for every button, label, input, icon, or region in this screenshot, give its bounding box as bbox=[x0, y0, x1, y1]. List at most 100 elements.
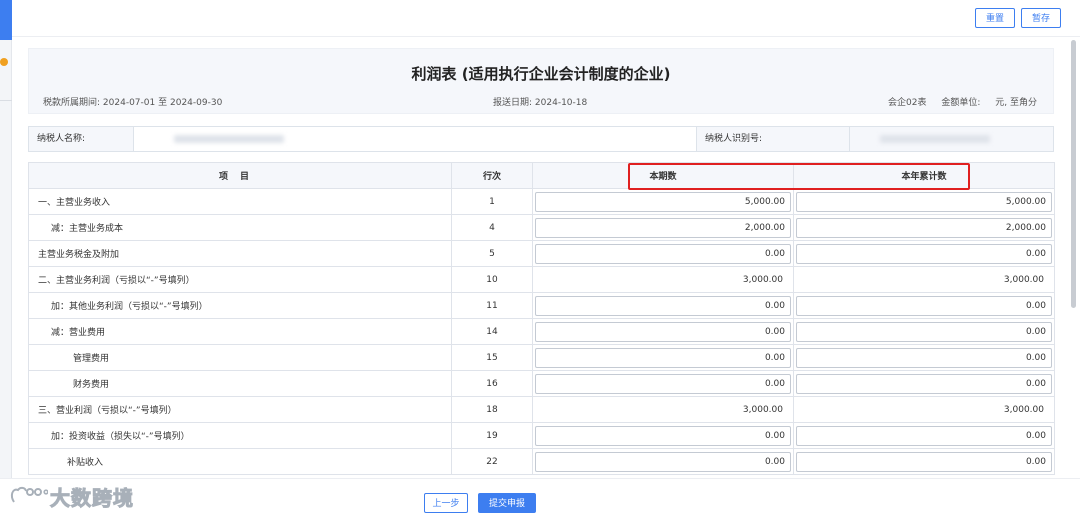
left-side-panel bbox=[0, 0, 12, 516]
report-title: 利润表 (适用执行企业会计制度的企业) bbox=[411, 65, 671, 83]
current-period-input[interactable] bbox=[535, 373, 791, 394]
current-period-input[interactable] bbox=[535, 451, 791, 472]
previous-step-button[interactable]: 上一步 bbox=[424, 493, 468, 513]
year-to-date-cell bbox=[793, 422, 1055, 449]
form-code: 会企02表 bbox=[888, 98, 927, 108]
table-row: 三、营业利润（亏损以“-”号填列） 18 3,000.00 3,000.00 bbox=[28, 396, 1055, 423]
table-row: 二、主营业务利润（亏损以“-”号填列） 10 3,000.00 3,000.00 bbox=[28, 266, 1055, 293]
unit-value: 元, 至角分 bbox=[995, 98, 1037, 108]
year-to-date-cell bbox=[793, 370, 1055, 397]
header-item: 项目 bbox=[28, 162, 452, 189]
row-item-label: 补贴收入 bbox=[28, 448, 452, 475]
redacted-name bbox=[174, 135, 284, 143]
year-to-date-cell bbox=[793, 214, 1055, 241]
year-to-date-input[interactable] bbox=[796, 425, 1052, 446]
year-to-date-cell bbox=[793, 448, 1055, 475]
row-item-label: 二、主营业务利润（亏损以“-”号填列） bbox=[28, 266, 452, 293]
row-item-label: 减：营业费用 bbox=[28, 318, 452, 345]
current-period-cell bbox=[532, 318, 794, 345]
current-period-cell: 3,000.00 bbox=[532, 396, 794, 423]
reset-button[interactable]: 重置 bbox=[975, 8, 1015, 28]
year-to-date-input[interactable] bbox=[796, 243, 1052, 264]
table-row: 加：投资收益（损失以“-”号填列） 19 bbox=[28, 422, 1055, 449]
taxpayer-info-bar: 纳税人名称: 纳税人识别号: bbox=[28, 126, 1054, 152]
year-to-date-input[interactable] bbox=[796, 451, 1052, 472]
table-row: 减：主营业务成本 4 bbox=[28, 214, 1055, 241]
year-to-date-cell: 3,000.00 bbox=[793, 266, 1055, 293]
table-row: 管理费用 15 bbox=[28, 344, 1055, 371]
current-period-input[interactable] bbox=[535, 425, 791, 446]
row-item-label: 管理费用 bbox=[28, 344, 452, 371]
year-to-date-input[interactable] bbox=[796, 217, 1052, 238]
current-period-cell bbox=[532, 422, 794, 449]
row-line-number: 1 bbox=[451, 188, 533, 215]
current-period-value: 3,000.00 bbox=[742, 404, 783, 415]
row-line-number: 10 bbox=[451, 266, 533, 293]
year-to-date-input[interactable] bbox=[796, 347, 1052, 368]
year-to-date-cell bbox=[793, 344, 1055, 371]
form-info: 会企02表 金额单位: 元, 至角分 bbox=[888, 95, 1037, 108]
year-to-date-input[interactable] bbox=[796, 321, 1052, 342]
year-to-date-cell bbox=[793, 240, 1055, 267]
footer-bar: 上一步 提交申报 bbox=[0, 478, 1080, 516]
tax-period-start: 2024-07-01 bbox=[102, 98, 156, 108]
toolbar-divider bbox=[12, 36, 1080, 37]
row-line-number: 16 bbox=[451, 370, 533, 397]
taxpayer-name-label: 纳税人名称: bbox=[37, 134, 86, 144]
report-date-value: 2024-10-18 bbox=[534, 98, 588, 108]
taxpayer-name-value bbox=[133, 127, 697, 151]
tax-period: 税款所属期间: 2024-07-01 至 2024-09-30 bbox=[43, 95, 222, 108]
save-draft-button[interactable]: 暂存 bbox=[1021, 8, 1061, 28]
side-divider bbox=[0, 100, 12, 101]
table-row: 减：营业费用 14 bbox=[28, 318, 1055, 345]
current-period-input[interactable] bbox=[535, 243, 791, 264]
current-period-cell bbox=[532, 292, 794, 319]
notification-badge bbox=[0, 58, 8, 66]
unit-label-group: 金额单位: 元, 至角分 bbox=[941, 98, 1037, 108]
year-to-date-input[interactable] bbox=[796, 373, 1052, 394]
current-period-input[interactable] bbox=[535, 217, 791, 238]
current-period-input[interactable] bbox=[535, 347, 791, 368]
year-to-date-cell bbox=[793, 318, 1055, 345]
row-line-number: 4 bbox=[451, 214, 533, 241]
redacted-id bbox=[880, 135, 990, 143]
taxpayer-id-value bbox=[849, 127, 1053, 151]
taxpayer-id-label: 纳税人识别号: bbox=[705, 134, 763, 144]
header-line: 行次 bbox=[451, 162, 533, 189]
submit-declaration-button[interactable]: 提交申报 bbox=[478, 493, 536, 513]
year-to-date-input[interactable] bbox=[796, 191, 1052, 212]
row-line-number: 15 bbox=[451, 344, 533, 371]
tax-period-end: 2024-09-30 bbox=[170, 98, 223, 108]
current-period-cell bbox=[532, 214, 794, 241]
row-item-label: 主营业务税金及附加 bbox=[28, 240, 452, 267]
year-to-date-value: 3,000.00 bbox=[1003, 274, 1044, 285]
row-item-label: 一、主营业务收入 bbox=[28, 188, 452, 215]
watermark: 大数跨境 bbox=[8, 482, 134, 510]
table-header-row: 项目 行次 本期数 本年累计数 bbox=[28, 162, 1055, 189]
current-period-cell bbox=[532, 448, 794, 475]
row-line-number: 19 bbox=[451, 422, 533, 449]
year-to-date-cell bbox=[793, 292, 1055, 319]
current-period-cell: 3,000.00 bbox=[532, 266, 794, 293]
year-to-date-cell bbox=[793, 188, 1055, 215]
tax-period-separator: 至 bbox=[158, 98, 168, 108]
row-line-number: 11 bbox=[451, 292, 533, 319]
side-nav-tab[interactable] bbox=[0, 0, 12, 40]
current-period-input[interactable] bbox=[535, 295, 791, 316]
report-date-label: 报送日期: bbox=[493, 98, 533, 108]
current-period-value: 3,000.00 bbox=[742, 274, 783, 285]
row-line-number: 18 bbox=[451, 396, 533, 423]
row-line-number: 14 bbox=[451, 318, 533, 345]
report-header: 利润表 (适用执行企业会计制度的企业) 税款所属期间: 2024-07-01 至… bbox=[28, 48, 1054, 114]
report-date: 报送日期: 2024-10-18 bbox=[493, 95, 587, 108]
current-period-input[interactable] bbox=[535, 321, 791, 342]
row-item-label: 减：主营业务成本 bbox=[28, 214, 452, 241]
current-period-input[interactable] bbox=[535, 191, 791, 212]
tax-period-label: 税款所属期间: bbox=[43, 98, 101, 108]
year-to-date-input[interactable] bbox=[796, 295, 1052, 316]
row-item-label: 财务费用 bbox=[28, 370, 452, 397]
current-period-cell bbox=[532, 188, 794, 215]
row-item-label: 加：投资收益（损失以“-”号填列） bbox=[28, 422, 452, 449]
vertical-scrollbar[interactable] bbox=[1071, 40, 1076, 308]
header-current-period: 本期数 bbox=[532, 162, 794, 189]
